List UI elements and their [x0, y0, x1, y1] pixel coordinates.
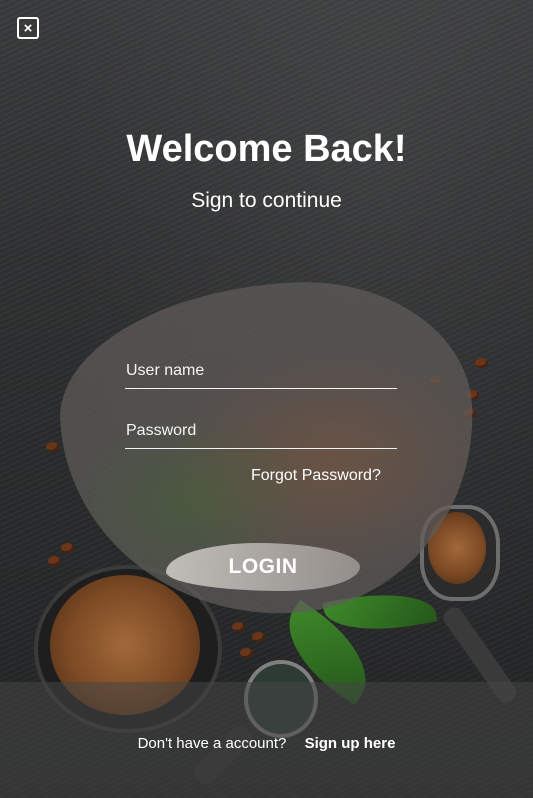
close-button[interactable]: × [17, 17, 39, 39]
coffee-bean [61, 543, 74, 553]
signup-link[interactable]: Sign up here [305, 735, 396, 752]
close-icon: × [23, 19, 33, 37]
page-subtitle: Sign to continue [191, 189, 342, 212]
signup-prompt-row: Don't have a account? Sign up here [0, 735, 533, 752]
coffee-bean [240, 648, 253, 658]
password-input[interactable] [125, 418, 397, 449]
forgot-password-link[interactable]: Forgot Password? [251, 467, 381, 485]
login-button-label: LOGIN [228, 555, 298, 578]
coffee-bean [232, 622, 245, 632]
signup-prompt: Don't have a account? [137, 735, 287, 752]
coffee-bean [46, 442, 59, 452]
coffee-bean [252, 632, 265, 642]
username-input[interactable] [125, 358, 397, 389]
page-title: Welcome Back! [126, 128, 407, 170]
login-button[interactable]: LOGIN [166, 543, 360, 591]
coffee-bean [48, 556, 61, 566]
coffee-bean [475, 358, 488, 368]
